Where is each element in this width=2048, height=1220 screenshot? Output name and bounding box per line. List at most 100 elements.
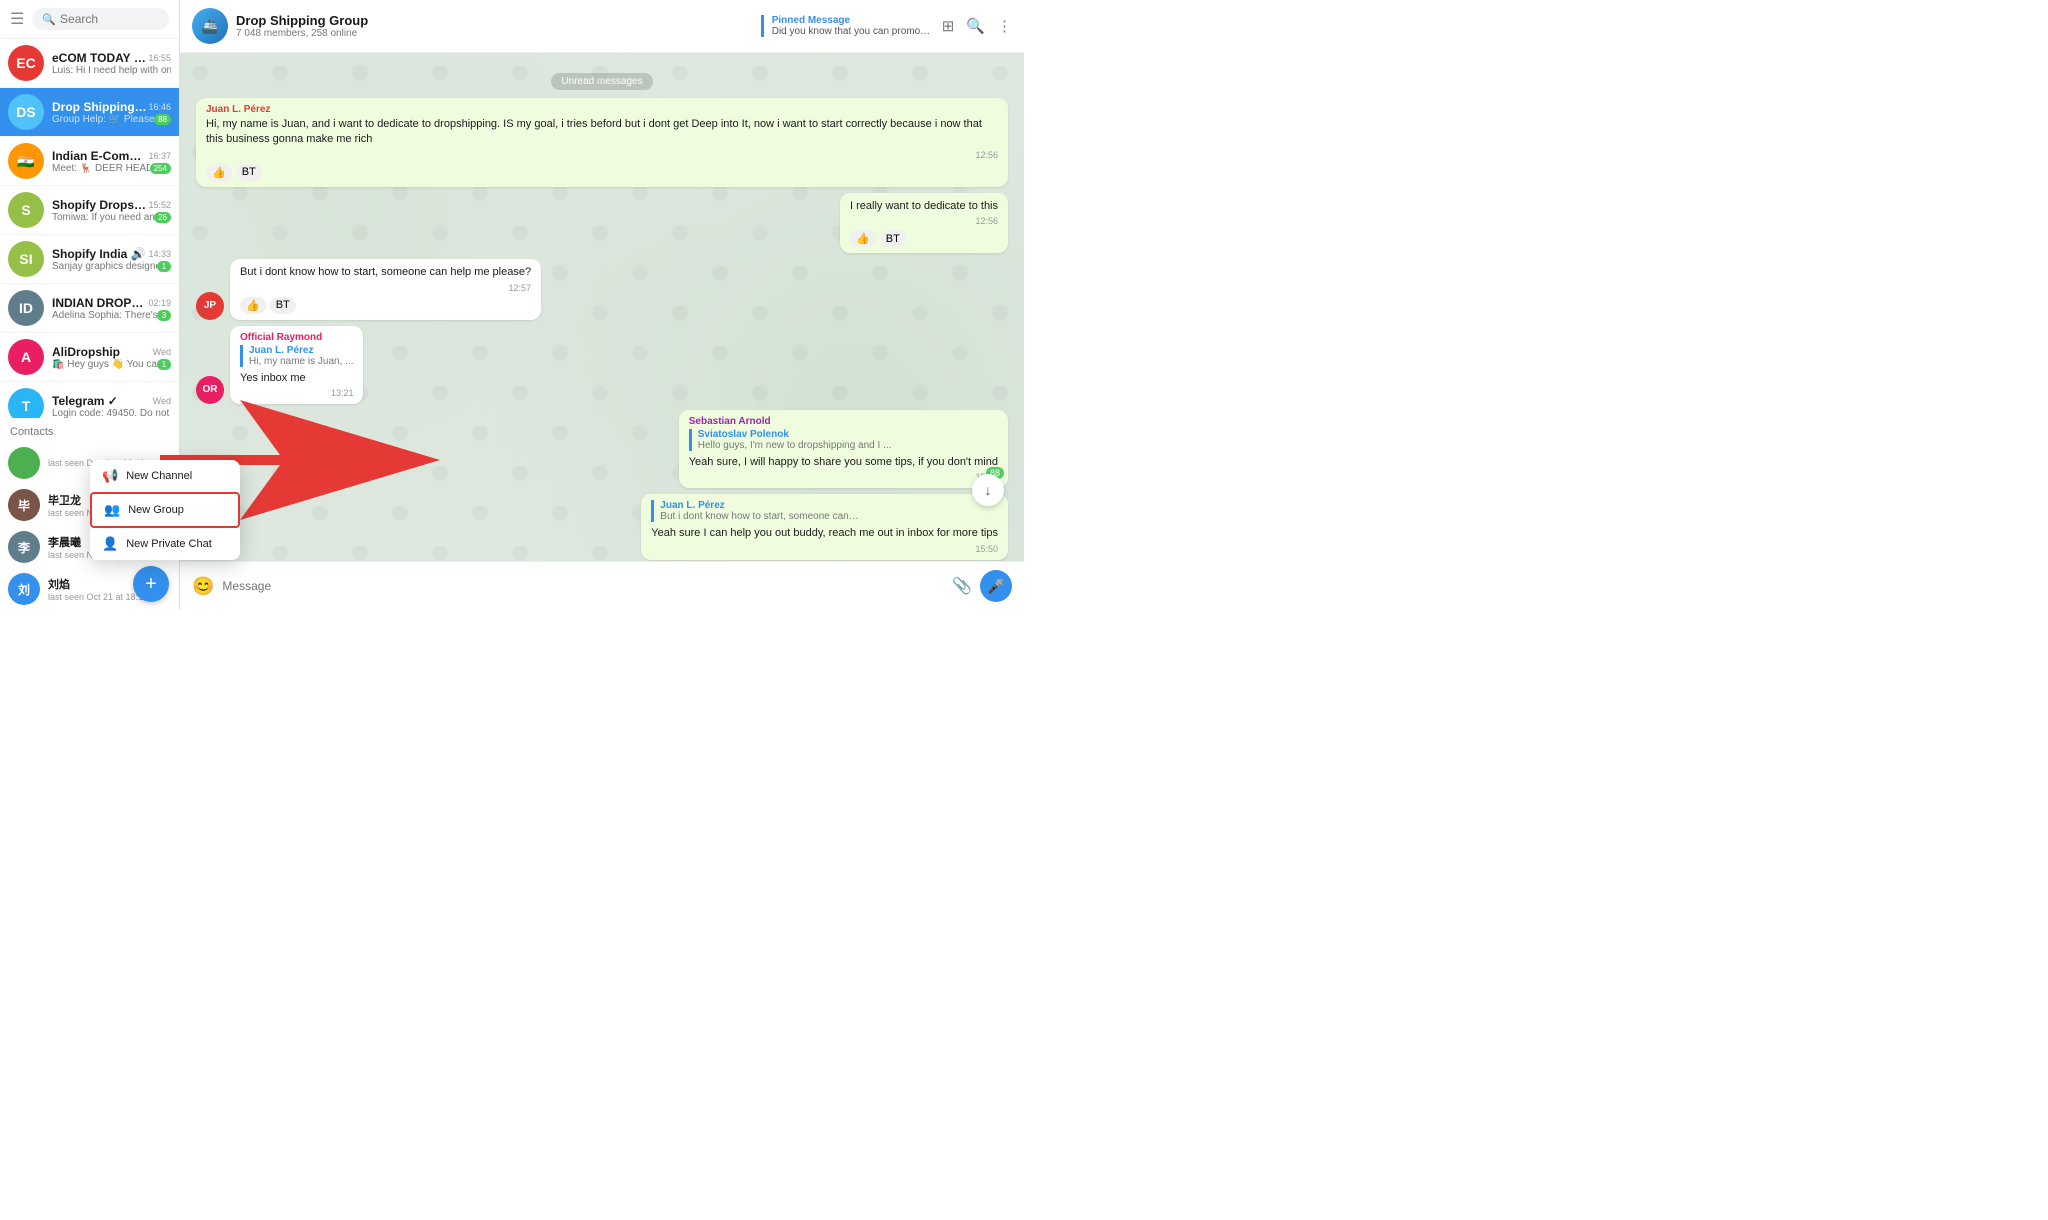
search-input[interactable]: [60, 12, 159, 26]
badge: 1: [157, 261, 171, 272]
chat-item[interactable]: EC eCOM TODAY Ecommerce | ENG C... 16:55…: [0, 39, 179, 88]
chat-item[interactable]: 🇮🇳 Indian E-Commerce Wholsaler B2... 16:…: [0, 137, 179, 186]
chat-item[interactable]: S Shopify Dropshipping Knowledge ... 15:…: [0, 186, 179, 235]
chat-item[interactable]: SI Shopify India 🔊 14:33 Sanjay graphics…: [0, 235, 179, 284]
msg-avatar: OR: [196, 376, 224, 404]
contacts-section: Contacts: [0, 418, 179, 442]
avatar: A: [8, 339, 44, 375]
message-time: 12:56: [206, 150, 998, 160]
chat-item[interactable]: A AliDropship Wed 🛍️ Hey guys 👋 You can …: [0, 333, 179, 382]
search-header-icon[interactable]: 🔍: [966, 17, 985, 35]
bubble: Official Raymond Juan L. Pérez Hi, my na…: [230, 326, 363, 404]
unread-divider: Unread messages: [196, 71, 1008, 90]
emoji-button[interactable]: 😊: [192, 576, 214, 597]
reaction: 👍: [240, 297, 266, 314]
chat-time: Wed: [153, 396, 171, 406]
bubble: Sebastian Arnold Sviatoslav Polenok Hell…: [679, 410, 1008, 488]
chat-preview: Group Help: 🛒 Please Follow The Gro...: [52, 114, 154, 125]
bubble: But i dont know how to start, someone ca…: [230, 259, 541, 319]
unread-label: Unread messages: [551, 73, 652, 90]
contact-avatar: 李: [8, 531, 40, 563]
mic-button[interactable]: 🎤: [980, 570, 1012, 602]
avatar: SI: [8, 241, 44, 277]
main-chat: 🚢 Drop Shipping Group 7 048 members, 258…: [180, 0, 1024, 610]
scroll-down-button[interactable]: ↓: [972, 474, 1004, 506]
message-text: Yes inbox me: [240, 371, 353, 386]
chat-preview: Tomiwa: If you need any recommenda...: [52, 212, 154, 223]
contacts-title: Contacts: [10, 426, 169, 438]
chat-time: 16:46: [148, 102, 171, 112]
chat-input-area: 😊 📎 🎤: [180, 561, 1024, 610]
chat-item[interactable]: T Telegram ✓ Wed Login code: 49450. Do n…: [0, 382, 179, 418]
more-icon[interactable]: ⋮: [997, 17, 1012, 35]
contact-status: last seen Oct 21 at 18:15: [48, 592, 148, 602]
ctx-label: New Group: [128, 504, 184, 516]
chat-name: Drop Shipping Group: [236, 13, 761, 28]
message-reactions: 👍BT: [240, 297, 531, 314]
message-time: 15:50: [651, 544, 998, 554]
msg-avatar: JP: [196, 292, 224, 320]
search-icon: 🔍: [42, 13, 56, 26]
chat-name: Drop Shipping Group 🔊: [52, 100, 148, 114]
bubble: Juan L. Pérez But i dont know how to sta…: [641, 494, 1008, 559]
message-author: Sebastian Arnold: [689, 416, 998, 427]
search-box[interactable]: 🔍: [32, 8, 169, 30]
reply-quote: Sviatoslav Polenok Hello guys, I'm new t…: [689, 429, 998, 451]
chat-time: 15:52: [148, 200, 171, 210]
reaction: BT: [236, 164, 262, 181]
message-text: Yeah sure I can help you out buddy, reac…: [651, 526, 998, 541]
reply-author: Juan L. Pérez: [249, 345, 353, 356]
sidebar: ☰ 🔍 EC eCOM TODAY Ecommerce | ENG C... 1…: [0, 0, 180, 610]
chat-name: Shopify India 🔊: [52, 247, 146, 261]
chat-preview: Meet: 🦌 DEER HEAD MULTIPURPOS...: [52, 163, 150, 174]
chat-item[interactable]: DS Drop Shipping Group 🔊 16:46 Group Hel…: [0, 88, 179, 137]
badge: 1: [157, 359, 171, 370]
hamburger-icon[interactable]: ☰: [10, 9, 24, 29]
avatar: 🇮🇳: [8, 143, 44, 179]
chat-preview: Login code: 49450. Do not give this code…: [52, 408, 171, 419]
chat-preview: Adelina Sophia: There's this mining plat…: [52, 310, 157, 321]
message-reactions: 👍BT: [850, 230, 998, 247]
chat-name: AliDropship: [52, 345, 120, 359]
chat-item[interactable]: ID INDIAN DROPSHIPPING🚀💰 🔊 02:19 Adelina…: [0, 284, 179, 333]
message-row: Sebastian Arnold Sviatoslav Polenok Hell…: [196, 410, 1008, 488]
grid-icon[interactable]: ⊞: [942, 17, 955, 35]
chat-info: Drop Shipping Group 🔊 16:46 Group Help: …: [52, 100, 171, 125]
chat-info: AliDropship Wed 🛍️ Hey guys 👋 You can bo…: [52, 345, 171, 370]
chat-list: EC eCOM TODAY Ecommerce | ENG C... 16:55…: [0, 39, 179, 418]
pinned-text: Did you know that you can promote ...: [772, 26, 932, 37]
context-menu-item-new-group[interactable]: 👥 New Group: [90, 492, 240, 528]
sidebar-header: ☰ 🔍: [0, 0, 179, 39]
chat-time: 02:19: [148, 298, 171, 308]
message-row: JP But i dont know how to start, someone…: [196, 259, 1008, 319]
avatar: ID: [8, 290, 44, 326]
add-button[interactable]: +: [133, 566, 169, 602]
bubble: I really want to dedicate to this 12:56 …: [840, 193, 1008, 253]
reply-quote: Juan L. Pérez Hi, my name is Juan, ...: [240, 345, 353, 367]
chat-info: Shopify India 🔊 14:33 Sanjay graphics de…: [52, 247, 171, 272]
reaction: 👍: [850, 230, 876, 247]
header-icons: ⊞ 🔍 ⋮: [942, 17, 1012, 35]
attach-button[interactable]: 📎: [952, 576, 972, 596]
avatar: S: [8, 192, 44, 228]
pinned-area[interactable]: Pinned Message Did you know that you can…: [761, 15, 932, 37]
ctx-icon: 📢: [102, 468, 118, 484]
message-input[interactable]: [222, 579, 944, 593]
chat-preview: 🛍️ Hey guys 👋 You can book a free m...: [52, 359, 157, 370]
reply-text: But i dont know how to start, someone ca…: [660, 511, 860, 522]
context-menu-item-new-channel[interactable]: 📢 New Channel: [90, 460, 240, 492]
avatar: DS: [8, 94, 44, 130]
ctx-icon: 👤: [102, 536, 118, 552]
chat-name: Telegram ✓: [52, 394, 118, 408]
contact-avatar: 刘: [8, 573, 40, 605]
chat-header-info: Drop Shipping Group 7 048 members, 258 o…: [236, 13, 761, 39]
ctx-icon: 👥: [104, 502, 120, 518]
context-menu-item-new-private[interactable]: 👤 New Private Chat: [90, 528, 240, 560]
badge: 3: [157, 310, 171, 321]
reply-quote: Juan L. Pérez But i dont know how to sta…: [651, 500, 998, 522]
pinned-label: Pinned Message: [772, 15, 932, 26]
chat-messages: Unread messages Juan L. Pérez Hi, my nam…: [180, 53, 1024, 561]
reply-author: Sviatoslav Polenok: [698, 429, 998, 440]
badge: 88: [154, 114, 171, 125]
badge: 26: [154, 212, 171, 223]
